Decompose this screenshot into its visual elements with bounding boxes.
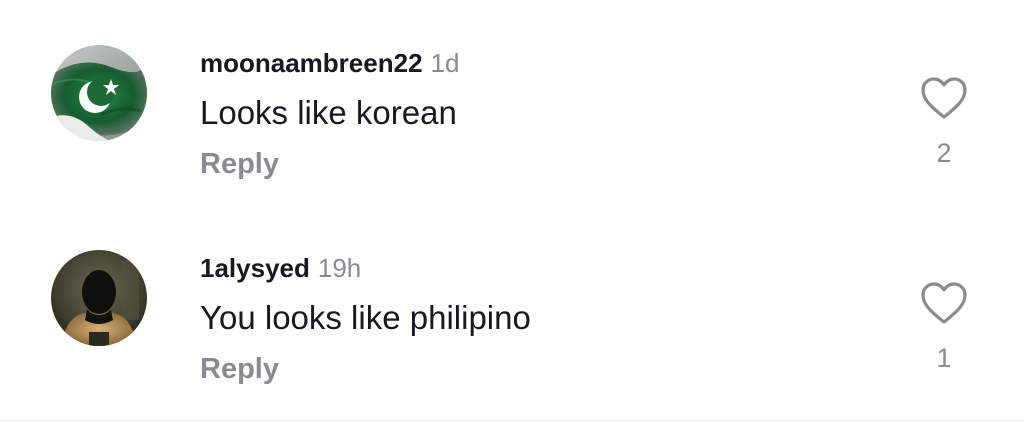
heart-outline-icon[interactable] [920, 76, 968, 120]
comment-header: moonaambreen22 1d [200, 48, 459, 84]
avatar[interactable] [51, 45, 147, 141]
timestamp: 19h [317, 253, 362, 283]
comment-text: Looks like korean [200, 94, 457, 131]
comment-header: 1alysyed 19h [200, 253, 361, 289]
comment-item: moonaambreen22 1d Looks like korean Reply… [0, 28, 1024, 218]
like-count: 1 [936, 343, 952, 373]
timestamp: 1d [430, 48, 460, 78]
reply-button[interactable]: Reply [200, 148, 279, 181]
divider [0, 420, 1024, 421]
username[interactable]: 1alysyed [200, 253, 310, 283]
like-count: 2 [936, 138, 952, 168]
reply-button[interactable]: Reply [200, 353, 279, 386]
like-control: 1 [916, 281, 972, 374]
like-control: 2 [916, 76, 972, 169]
pakistan-flag-avatar-image [51, 45, 147, 141]
avatar[interactable] [51, 250, 147, 346]
dark-figure-avatar-image [51, 250, 147, 346]
comment-text: You looks like philipino [200, 299, 531, 336]
username[interactable]: moonaambreen22 [200, 48, 423, 78]
comment-item: 1alysyed 19h You looks like philipino Rep… [0, 233, 1024, 423]
heart-outline-icon[interactable] [920, 281, 968, 325]
